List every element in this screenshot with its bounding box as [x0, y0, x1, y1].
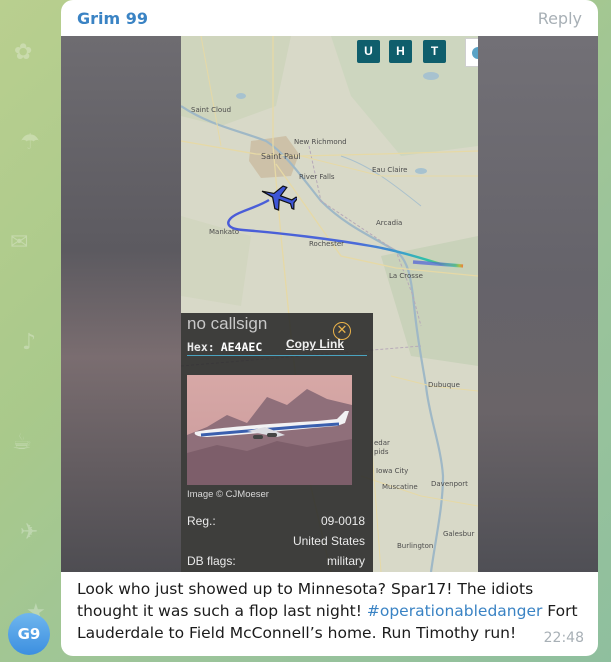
map-label: Mankato	[209, 228, 240, 236]
country-value: United States	[292, 534, 365, 548]
flight-map[interactable]: Saint Cloud New Richmond Saint Paul Rive…	[181, 36, 478, 572]
db-flags-label: DB flags:	[187, 554, 236, 568]
doodle-icon: ✈	[20, 520, 39, 545]
map-button-t[interactable]: T	[423, 40, 446, 63]
message-line-text: thought it was such a flop last night!	[77, 602, 367, 620]
media-attachment[interactable]: Saint Cloud New Richmond Saint Paul Rive…	[61, 36, 598, 572]
map-label: Saint Cloud	[191, 106, 232, 114]
map-label: pids	[374, 448, 389, 456]
hex-label: Hex:	[187, 340, 215, 354]
map-button-h[interactable]: H	[389, 40, 412, 63]
plane-icon[interactable]	[259, 182, 297, 212]
map-label: Saint Paul	[261, 152, 301, 161]
doodle-icon: ✉	[10, 230, 29, 255]
reply-button[interactable]: Reply	[538, 9, 582, 28]
doodle-icon: ✿	[14, 40, 33, 65]
db-flags-value: military	[327, 554, 365, 568]
reg-value: 09-0018	[320, 514, 365, 528]
message-bubble: Grim 99 Reply Saint Cloud New Richmond S…	[61, 0, 598, 656]
message-line: Lauderdale to Field McConnell’s home. Ru…	[77, 624, 517, 642]
copy-link[interactable]: Copy Link	[286, 337, 344, 351]
layers-icon	[472, 47, 478, 59]
message-text: Look who just showed up to Minnesota? Sp…	[77, 578, 578, 644]
layers-button[interactable]	[465, 38, 478, 67]
map-label: La Crosse	[389, 272, 423, 280]
map-button-u[interactable]: U	[357, 40, 380, 63]
message-line: Look who just showed up to Minnesota? Sp…	[77, 580, 534, 598]
doodle-icon: ☕	[12, 430, 32, 455]
reg-label: Reg.:	[187, 514, 216, 528]
message-line: thought it was such a flop last night! #…	[77, 600, 578, 622]
map-label: River Falls	[299, 173, 335, 181]
map-label: Eau Claire	[372, 166, 408, 174]
sender-name[interactable]: Grim 99	[77, 9, 148, 28]
map-label: Galesbur	[443, 530, 475, 538]
callsign: no callsign	[187, 314, 268, 333]
doodle-icon: ♪	[22, 330, 37, 355]
message-line-text: Fort	[542, 602, 578, 620]
map-label: Arcadia	[376, 219, 403, 227]
map-label: Rochester	[309, 240, 344, 248]
aircraft-info-panel: no callsign ✕ Hex: AE4AEC Copy Link Imag…	[181, 313, 373, 572]
doodle-icon: ☂	[20, 130, 40, 155]
map-label: Iowa City	[376, 467, 409, 475]
hashtag-link[interactable]: #operationabledanger	[367, 602, 543, 620]
map-label: Davenport	[431, 480, 468, 488]
map-label: edar	[374, 439, 390, 447]
aircraft-photo[interactable]	[187, 375, 352, 485]
aircraft-photo-image	[187, 375, 352, 485]
avatar[interactable]: G9	[8, 613, 50, 655]
hex-row: Hex: AE4AEC Copy Link	[187, 336, 367, 356]
map-label: Muscatine	[382, 483, 418, 491]
message-time: 22:48	[543, 630, 584, 646]
map-label: Dubuque	[428, 381, 460, 389]
hex-value: AE4AEC	[220, 340, 263, 354]
media-blur-right	[478, 36, 598, 572]
image-credit: Image © CJMoeser	[187, 489, 269, 500]
media-blur-left	[61, 36, 181, 572]
map-label: Burlington	[397, 542, 434, 550]
map-label: New Richmond	[294, 138, 347, 146]
